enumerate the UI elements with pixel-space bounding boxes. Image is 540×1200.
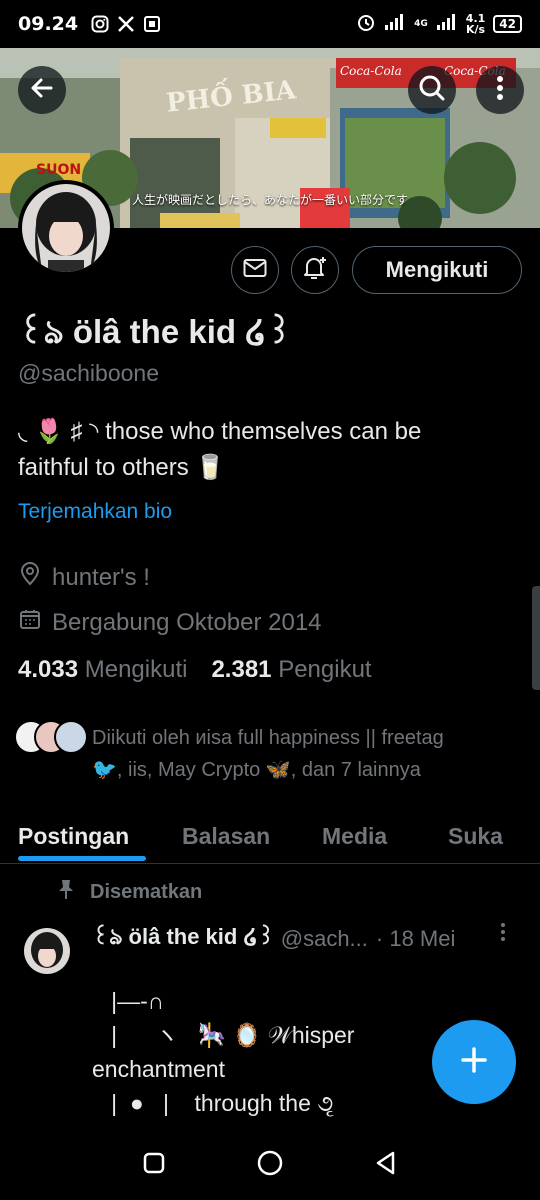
home-circle-icon: [256, 1149, 284, 1181]
location-text: hunter's !: [52, 563, 150, 591]
post-text[interactable]: |—-∩ | ヽ 🎠 🪞 𝒲hisper enchantment | ● | t…: [92, 984, 432, 1120]
arrow-left-icon: [29, 75, 55, 105]
plus-icon: [459, 1045, 489, 1079]
location-row: hunter's !: [18, 562, 150, 593]
translate-bio-link[interactable]: Terjemahkan bio: [18, 500, 172, 524]
notify-button[interactable]: [291, 246, 339, 294]
tab-replies[interactable]: Balasan: [182, 808, 270, 864]
instagram-icon: [90, 14, 110, 34]
x-logo-icon: [116, 14, 136, 34]
joined-text: Bergabung Oktober 2014: [52, 608, 322, 636]
envelope-icon: [243, 258, 267, 282]
post-author-name[interactable]: ꒰ঌ ölâ the kid ໒꒱: [92, 920, 275, 957]
compose-button[interactable]: [432, 1020, 516, 1104]
back-triangle-icon: [373, 1150, 399, 1180]
network-speed: 4.1 K/s: [465, 12, 486, 36]
tab-likes[interactable]: Suka: [448, 808, 503, 864]
calendar-icon: [18, 607, 42, 638]
username: @sachiboone: [18, 360, 159, 386]
bio: ◟ 🌷 ♯ ◝ those who themselves can be fait…: [18, 414, 522, 486]
more-vertical-icon: [496, 75, 504, 105]
post-timestamp[interactable]: · 18 Mei: [376, 926, 455, 952]
sim-card-icon: [142, 14, 162, 34]
post-author-avatar[interactable]: [24, 928, 70, 974]
banner-sign-right: Coca-Cola: [340, 64, 402, 78]
system-nav-bar: [0, 1130, 540, 1200]
back-button[interactable]: [18, 66, 66, 114]
post-author-handle: @sach...: [280, 925, 368, 951]
message-button[interactable]: [231, 246, 279, 294]
search-button[interactable]: [408, 66, 456, 114]
banner-sign-left: SUON: [36, 162, 82, 178]
bell-plus-icon: [301, 254, 329, 286]
following-count: 4.033: [18, 656, 79, 683]
following-link[interactable]: 4.033 Mengikuti: [18, 656, 187, 684]
recent-apps-icon: [142, 1151, 166, 1179]
follow-counts: 4.033 Mengikuti 2.381 Pengikut: [18, 656, 372, 684]
followers-label: Pengikut: [278, 656, 372, 683]
post-more-button[interactable]: [500, 922, 506, 948]
more-vertical-icon: [500, 923, 506, 948]
back-nav-button[interactable]: [366, 1145, 406, 1185]
pinned-label: Disematkan: [90, 880, 203, 903]
status-system-icons: 4G 4.1 K/s 42: [356, 12, 522, 36]
status-time: 09.24: [18, 13, 79, 35]
following-button[interactable]: Mengikuti: [352, 246, 522, 294]
followed-by-avatars[interactable]: [14, 720, 88, 754]
status-bar: 09.24 4G 4.1 K/s 42: [0, 0, 540, 48]
location-pin-icon: [18, 562, 42, 593]
network-type: 4G: [414, 19, 428, 29]
home-button[interactable]: [250, 1145, 290, 1185]
bio-line-2: faithful to others 🥛: [18, 454, 226, 481]
status-notification-icons: [90, 14, 162, 34]
post-header: ꒰ঌ ölâ the kid ໒꒱ @sach... · 18 Mei: [92, 920, 522, 957]
pinned-indicator: Disematkan: [56, 878, 202, 906]
bio-line-1: ◟ 🌷 ♯ ◝ those who themselves can be: [18, 418, 422, 445]
scrollbar[interactable]: [532, 586, 540, 690]
active-tab-indicator: [18, 856, 146, 861]
followers-count: 2.381: [211, 656, 272, 683]
alarm-icon: [356, 12, 376, 36]
display-name: ꒰ঌ ölâ the kid ໒꒱: [18, 313, 293, 350]
avatar-photo: [22, 184, 110, 272]
pin-icon: [56, 878, 76, 906]
recent-apps-button[interactable]: [134, 1145, 174, 1185]
joined-row: Bergabung Oktober 2014: [18, 607, 322, 638]
more-button[interactable]: [476, 66, 524, 114]
follower-avatar: [54, 720, 88, 754]
followed-by-text[interactable]: Diikuti oleh иisa full happiness || free…: [92, 722, 522, 786]
profile-avatar[interactable]: [18, 180, 114, 276]
followers-link[interactable]: 2.381 Pengikut: [211, 656, 371, 684]
battery-indicator: 42: [493, 15, 522, 33]
post-avatar-photo: [24, 928, 70, 974]
signal-icon-2: [436, 13, 458, 35]
search-icon: [418, 74, 446, 106]
tab-media[interactable]: Media: [322, 808, 387, 864]
following-label: Mengikuti: [84, 656, 188, 683]
signal-icon: [384, 13, 406, 35]
